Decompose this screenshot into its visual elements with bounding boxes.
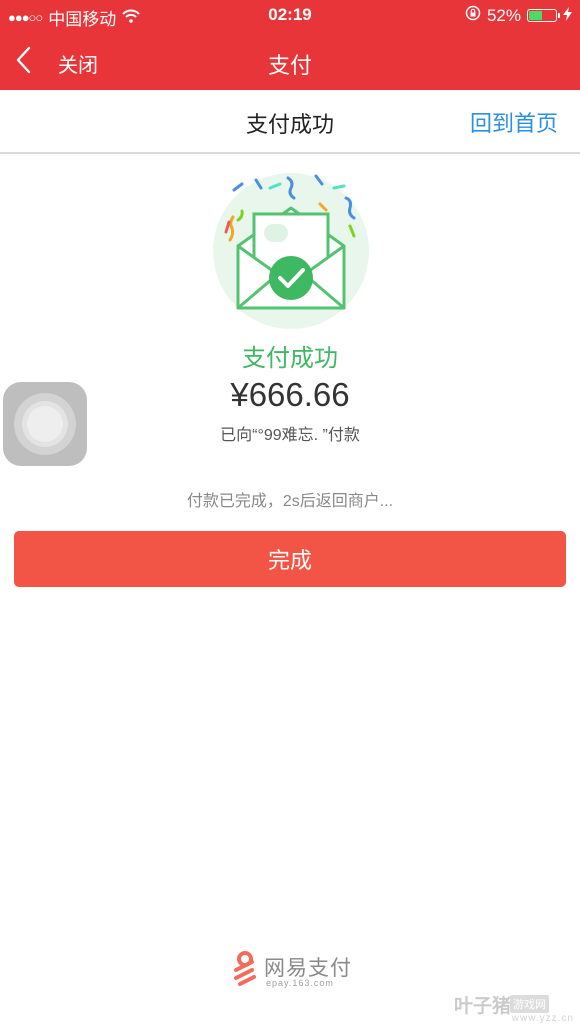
done-button[interactable]: 完成 [14, 531, 566, 587]
payment-amount: ¥666.66 [230, 376, 350, 413]
payee-text: 已向“°99难忘. ”付款 [220, 427, 360, 444]
charging-icon [563, 6, 572, 26]
chevron-left-icon [16, 46, 31, 74]
battery-icon [527, 9, 560, 22]
watermark-name: 叶子猪 [454, 996, 512, 1017]
battery-level-fill [529, 11, 542, 20]
rotation-lock-icon [465, 5, 481, 26]
home-link[interactable]: 回到首页 [470, 106, 558, 138]
assistive-touch-button[interactable] [3, 382, 87, 466]
close-button[interactable]: 关闭 [58, 49, 98, 78]
payment-success-illustration [208, 168, 374, 334]
status-right: 52% [465, 5, 572, 26]
battery-percent: 52% [486, 5, 521, 25]
watermark-tag: 游戏网 [510, 995, 549, 1013]
brand-footer: 网易支付 epay.163.com [228, 950, 368, 990]
checkmark-icon [269, 256, 313, 300]
brand-url: epay.163.com [266, 978, 334, 988]
redirect-notice: 付款已完成，2s后返回商户... [186, 493, 394, 510]
assistive-ring-inner [27, 406, 63, 442]
netease-pay-logo-icon [234, 951, 256, 986]
sub-header: 支付成功 回到首页 [0, 90, 580, 154]
watermark-url: www.yzz.cn [511, 1013, 574, 1024]
status-bar: ●●●○○ 中国移动 02:19 52% [0, 0, 580, 30]
site-watermark: 叶子猪 游戏网 www.yzz.cn [454, 991, 574, 1025]
nav-bar: 关闭 支付 [0, 30, 580, 90]
back-button[interactable] [8, 43, 38, 77]
payment-status: 支付成功 [242, 345, 338, 372]
